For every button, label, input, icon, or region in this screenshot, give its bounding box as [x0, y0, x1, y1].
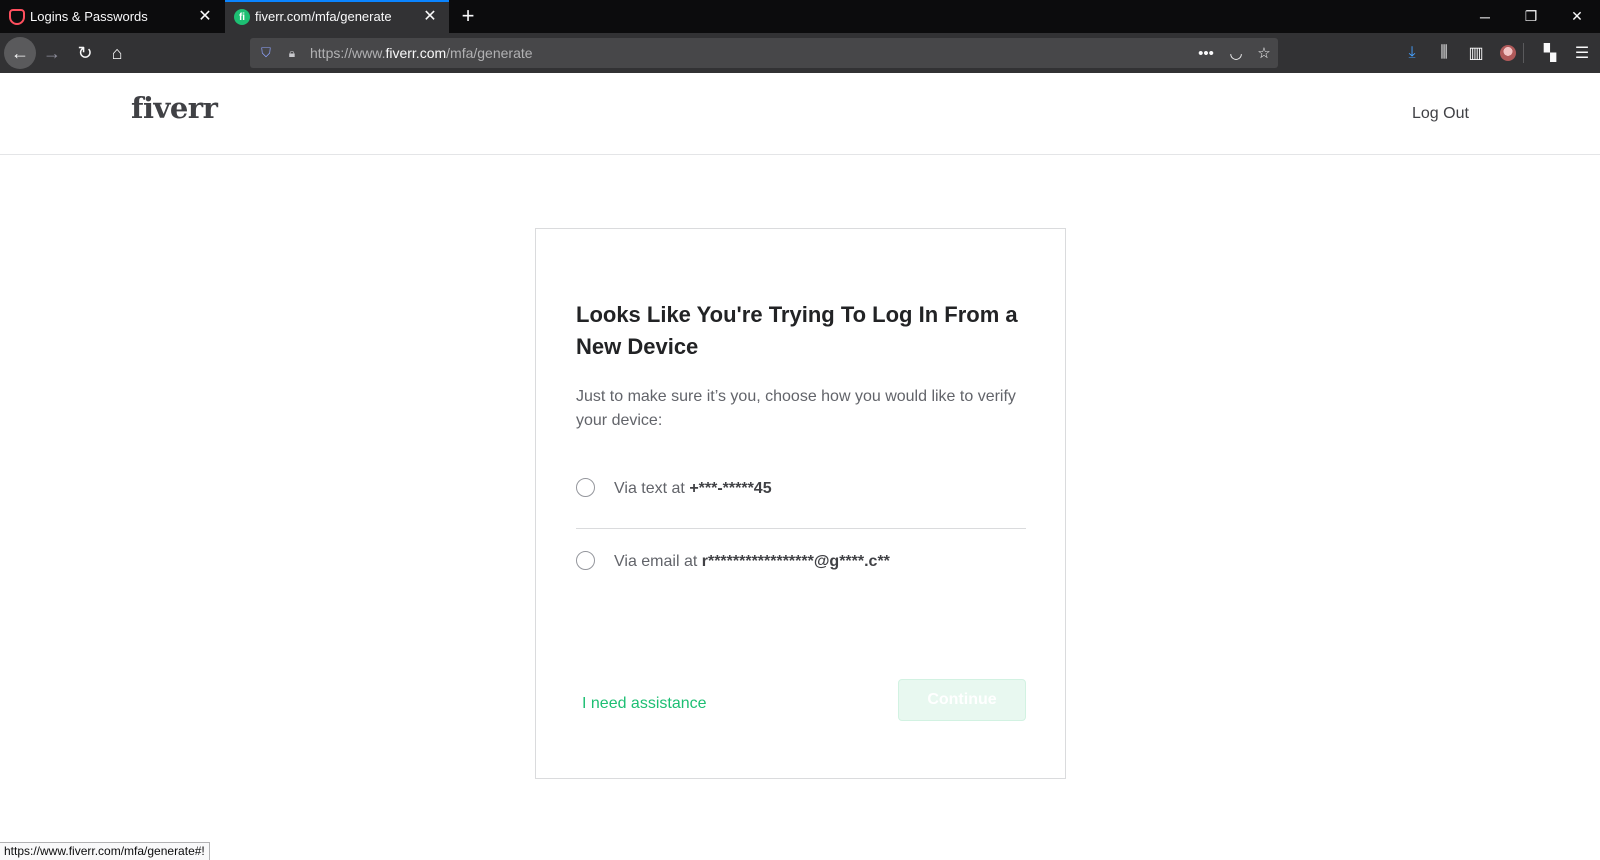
masked-email: r*****************@g****.c**: [701, 553, 890, 570]
fiverr-logo[interactable]: fiverr: [131, 91, 218, 125]
restore-icon[interactable]: ❐: [1508, 0, 1554, 33]
tab-label: Logins & Passwords: [30, 9, 148, 24]
close-icon[interactable]: ✕: [422, 8, 438, 25]
option-divider: [576, 528, 1026, 529]
page-content: fiverr Log Out Looks Like You're Trying …: [0, 73, 1600, 860]
account-avatar-icon[interactable]: [1496, 41, 1520, 65]
lockwise-icon: [9, 9, 25, 25]
site-header: fiverr Log Out: [0, 73, 1600, 155]
continue-button[interactable]: Continue: [898, 679, 1026, 721]
email-option-label[interactable]: Via email at r*****************@g****.c*…: [614, 553, 890, 571]
toolbar-divider: [1523, 43, 1524, 63]
download-icon[interactable]: ⤓: [1400, 41, 1424, 65]
status-bar-url: https://www.fiverr.com/mfa/generate#!: [0, 842, 210, 860]
page-title: Looks Like You're Trying To Log In From …: [576, 302, 1018, 359]
address-bar[interactable]: ⛉ 🔒︎ https://www.fiverr.com/mfa/generate…: [250, 38, 1278, 68]
masked-phone: +***-*****45: [689, 480, 772, 497]
tab-fiverr-mfa[interactable]: fi fiverr.com/mfa/generate ✕: [225, 0, 449, 33]
tracking-shield-icon[interactable]: ⛉: [258, 45, 274, 61]
avatar: [1500, 45, 1516, 61]
text-option-label[interactable]: Via text at +***-*****45: [614, 480, 772, 498]
verify-device-card: Looks Like You're Trying To Log In From …: [535, 228, 1066, 779]
bookmark-star-icon[interactable]: ☆: [1254, 43, 1274, 63]
need-assistance-link[interactable]: I need assistance: [582, 695, 707, 713]
lock-icon[interactable]: 🔒︎: [284, 45, 300, 61]
fiverr-favicon-icon: fi: [234, 9, 250, 25]
text-radio-button[interactable]: [576, 478, 595, 497]
verify-via-email-option[interactable]: Via email at r*****************@g****.c*…: [576, 551, 1026, 575]
reload-icon[interactable]: ↻: [69, 37, 101, 69]
tab-logins-passwords[interactable]: Logins & Passwords ✕: [0, 0, 224, 33]
url-text[interactable]: https://www.fiverr.com/mfa/generate: [310, 45, 533, 61]
sidebar-icon[interactable]: ▥: [1464, 41, 1488, 65]
window-close-icon[interactable]: ✕: [1554, 0, 1600, 33]
url-host: fiverr.com: [385, 45, 447, 61]
logout-link[interactable]: Log Out: [1412, 105, 1469, 123]
library-icon[interactable]: ⫼: [1432, 41, 1456, 65]
card-subtitle: Just to make sure it’s you, choose how y…: [576, 388, 1016, 429]
forward-arrow-icon[interactable]: →: [36, 37, 68, 69]
page-actions-more-icon[interactable]: •••: [1196, 43, 1216, 63]
email-radio-button[interactable]: [576, 551, 595, 570]
url-path: /mfa/generate: [446, 45, 533, 61]
minimize-icon[interactable]: ─: [1462, 0, 1508, 33]
pocket-icon[interactable]: ◡: [1226, 43, 1246, 63]
option-prefix: Via email at: [614, 553, 702, 570]
tab-strip: Logins & Passwords ✕ fi fiverr.com/mfa/g…: [0, 0, 1600, 33]
home-icon[interactable]: ⌂: [101, 37, 133, 69]
hamburger-menu-icon[interactable]: ☰: [1570, 41, 1594, 65]
new-tab-plus-icon[interactable]: +: [456, 3, 480, 28]
close-icon[interactable]: ✕: [197, 8, 213, 25]
option-prefix: Via text at: [614, 480, 690, 497]
extensions-icon[interactable]: ▚: [1538, 41, 1562, 65]
verify-via-text-option[interactable]: Via text at +***-*****45: [576, 478, 1026, 502]
url-prefix: https://www.: [310, 45, 386, 61]
navigation-toolbar: ← → ↻ ⌂ ⛉ 🔒︎ https://www.fiverr.com/mfa/…: [0, 33, 1600, 73]
tab-label: fiverr.com/mfa/generate: [255, 9, 392, 24]
back-arrow-icon[interactable]: ←: [4, 37, 36, 69]
